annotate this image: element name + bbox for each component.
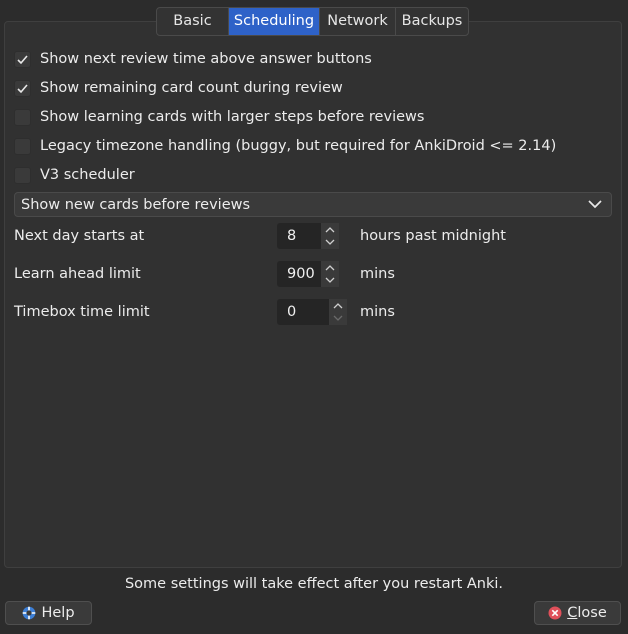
checkbox-row-legacy-timezone[interactable]: Legacy timezone handling (buggy, but req… xyxy=(14,135,556,157)
help-button-label: Help xyxy=(41,605,75,621)
timebox-limit-spinbox[interactable]: 0 xyxy=(277,299,347,325)
spin-buttons xyxy=(321,261,339,287)
next-day-starts-spinbox[interactable]: 8 xyxy=(277,223,339,249)
checkbox-row-remaining-count[interactable]: Show remaining card count during review xyxy=(14,77,343,99)
chevron-up-icon xyxy=(325,265,335,271)
spin-buttons xyxy=(329,299,347,325)
checkbox-v3-scheduler[interactable] xyxy=(14,166,31,184)
chevron-down-icon xyxy=(333,315,343,321)
checkbox-label: V3 scheduler xyxy=(40,167,135,183)
spin-down-button[interactable] xyxy=(321,274,339,287)
scheduling-panel xyxy=(4,21,622,568)
help-button[interactable]: Help xyxy=(5,601,92,625)
timebox-limit-value[interactable]: 0 xyxy=(277,304,329,320)
checkbox-row-next-review-time[interactable]: Show next review time above answer butto… xyxy=(14,48,372,70)
chevron-down-icon xyxy=(325,277,335,283)
preferences-dialog: Basic Scheduling Network Backups Show ne… xyxy=(0,0,628,634)
next-day-starts-label: Next day starts at xyxy=(14,228,145,244)
tab-scheduling[interactable]: Scheduling xyxy=(229,8,320,35)
learn-ahead-limit-value[interactable]: 900 xyxy=(277,266,321,282)
next-day-starts-unit: hours past midnight xyxy=(360,228,506,244)
close-button[interactable]: Close xyxy=(534,601,621,625)
chevron-down-icon xyxy=(325,239,335,245)
chevron-up-icon xyxy=(325,227,335,233)
tab-backups[interactable]: Backups xyxy=(396,8,468,35)
chevron-up-icon xyxy=(333,303,343,309)
spin-buttons xyxy=(321,223,339,249)
checkbox-learning-larger-steps[interactable] xyxy=(14,108,31,126)
spin-up-button[interactable] xyxy=(321,223,339,236)
spin-up-button[interactable] xyxy=(321,261,339,274)
close-button-label: Close xyxy=(567,605,607,621)
timebox-limit-label: Timebox time limit xyxy=(14,304,150,320)
tab-network[interactable]: Network xyxy=(320,8,396,35)
learn-ahead-limit-label: Learn ahead limit xyxy=(14,266,141,282)
tab-basic[interactable]: Basic xyxy=(157,8,229,35)
tab-bar: Basic Scheduling Network Backups xyxy=(156,7,469,36)
checkmark-icon xyxy=(17,54,28,64)
new-cards-order-select[interactable]: Show new cards before reviews xyxy=(14,192,612,217)
checkbox-label: Show learning cards with larger steps be… xyxy=(40,109,425,125)
new-cards-order-value: Show new cards before reviews xyxy=(21,196,251,213)
checkbox-label: Legacy timezone handling (buggy, but req… xyxy=(40,138,557,154)
chevron-down-icon xyxy=(585,195,605,215)
checkbox-row-learning-larger-steps[interactable]: Show learning cards with larger steps be… xyxy=(14,106,424,128)
next-day-starts-value[interactable]: 8 xyxy=(277,228,321,244)
learn-ahead-limit-spinbox[interactable]: 900 xyxy=(277,261,339,287)
learn-ahead-limit-unit: mins xyxy=(360,266,395,282)
checkbox-label: Show next review time above answer butto… xyxy=(40,51,372,67)
spin-down-button[interactable] xyxy=(321,236,339,249)
checkmark-icon xyxy=(17,83,28,93)
checkbox-legacy-timezone[interactable] xyxy=(14,137,31,155)
close-circle-icon xyxy=(548,606,562,620)
checkbox-row-v3-scheduler[interactable]: V3 scheduler xyxy=(14,164,135,186)
checkbox-next-review-time[interactable] xyxy=(14,50,31,68)
timebox-limit-unit: mins xyxy=(360,304,395,320)
restart-note: Some settings will take effect after you… xyxy=(124,576,504,592)
help-lifebuoy-icon xyxy=(22,606,36,620)
checkbox-label: Show remaining card count during review xyxy=(40,80,343,96)
spin-down-button[interactable] xyxy=(329,312,347,325)
checkbox-remaining-count[interactable] xyxy=(14,79,31,97)
spin-up-button[interactable] xyxy=(329,299,347,312)
